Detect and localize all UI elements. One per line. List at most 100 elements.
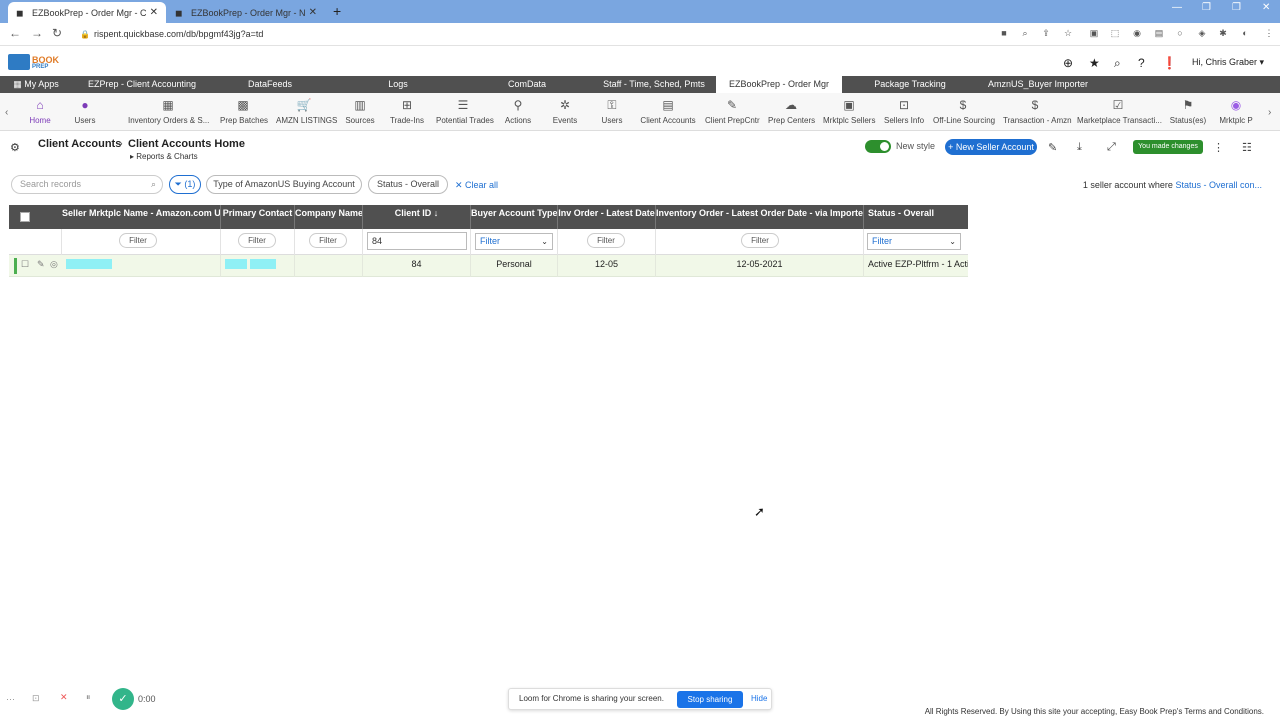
filter-button[interactable]: ⏷ (1): [169, 175, 201, 194]
extension-icon[interactable]: ▣: [1088, 27, 1100, 39]
more-options-icon[interactable]: ⋮: [1213, 141, 1224, 154]
scroll-right-icon[interactable]: ›: [1268, 107, 1271, 118]
stop-sharing-button[interactable]: Stop sharing: [677, 691, 743, 708]
toolbar-inventory-orders[interactable]: ▦ Inventory Orders & S...: [128, 97, 209, 131]
edit-row-icon[interactable]: ✎: [37, 259, 45, 270]
restore-icon[interactable]: ❐: [1202, 2, 1211, 13]
zoom-icon[interactable]: ⌕: [1019, 27, 1031, 39]
app-tab-package-tracking[interactable]: Package Tracking: [868, 76, 952, 93]
app-tab-datafeeds[interactable]: DataFeeds: [240, 76, 300, 93]
loom-more-icon[interactable]: ⋯: [6, 694, 15, 705]
summary-filter-link[interactable]: Status - Overall con...: [1175, 180, 1262, 190]
toolbar-trade-ins[interactable]: ⊞ Trade-Ins: [390, 97, 424, 131]
toolbar-prep-centers[interactable]: ☁ Prep Centers: [768, 97, 815, 131]
toolbar-events[interactable]: ✲ Events: [551, 97, 579, 131]
reload-icon[interactable]: ↻: [52, 26, 62, 40]
toolbar-statuses[interactable]: ⚑ Status(es): [1168, 97, 1208, 131]
column-header[interactable]: Inv Order - Latest Date: [558, 205, 656, 229]
extension-icon[interactable]: ◉: [1131, 27, 1143, 39]
table-row[interactable]: ☐ ✎ ◎ 84 Personal 12-05 12-05-2021 Activ…: [9, 255, 968, 277]
toolbar-actions[interactable]: ⚲ Actions: [504, 97, 532, 131]
app-tab-comdata[interactable]: ComData: [500, 76, 554, 93]
help-icon[interactable]: ?: [1138, 56, 1145, 70]
client-id-filter-input[interactable]: 84: [367, 232, 467, 250]
extension-icon[interactable]: ◈: [1196, 27, 1208, 39]
expand-icon[interactable]: ⤢: [1107, 141, 1116, 154]
row-checkbox[interactable]: ☐: [21, 259, 29, 270]
camera-icon[interactable]: ■: [998, 27, 1010, 39]
buyer-type-filter-select[interactable]: Filter ⌄: [475, 233, 553, 250]
toolbar-users-2[interactable]: ⚿ Users: [598, 97, 626, 131]
toolbar-amzn-listings[interactable]: 🛒 AMZN LISTINGS: [276, 97, 337, 131]
column-header[interactable]: Buyer Account Type: [471, 205, 558, 229]
browser-tab[interactable]: ◼ EZBookPrep - Order Mgr - Name ✕: [167, 2, 325, 23]
toolbar-mrktplc-sellers[interactable]: ▣ Mrktplc Sellers: [823, 97, 875, 131]
settings-gear-icon[interactable]: ⚙: [10, 141, 20, 154]
forward-icon[interactable]: →: [31, 26, 43, 40]
back-icon[interactable]: ←: [9, 26, 21, 40]
loom-done-icon[interactable]: ✓: [112, 688, 134, 710]
filter-pill-buying-account[interactable]: Type of AmazonUS Buying Account: [206, 175, 362, 194]
app-tab-order-mgr[interactable]: EZBookPrep - Order Mgr: [716, 76, 842, 93]
app-tab-client-accounting[interactable]: EZPrep - Client Accounting: [80, 76, 204, 93]
address-bar[interactable]: 🔒 rispent.quickbase.com/db/bpgmf43jg?a=t…: [74, 26, 1084, 43]
extension-icon[interactable]: ▤: [1153, 27, 1165, 39]
puzzle-icon[interactable]: ✱: [1217, 27, 1229, 39]
user-menu[interactable]: Hi, Chris Graber ▾: [1192, 57, 1264, 68]
column-header[interactable]: Status - Overall: [864, 205, 968, 229]
column-header[interactable]: Inventory Order - Latest Order Date - vi…: [656, 205, 864, 229]
favorites-star-icon[interactable]: ★: [1089, 56, 1100, 70]
toolbar-offline-sourcing[interactable]: $ Off-Line Sourcing: [933, 97, 995, 131]
download-icon[interactable]: ⤓: [1077, 141, 1082, 154]
column-filter-button[interactable]: Filter: [238, 233, 276, 248]
toolbar-users[interactable]: ● Users: [72, 97, 98, 131]
filter-pill-status[interactable]: Status - Overall: [368, 175, 448, 194]
column-header[interactable]: Primary Contact: [221, 205, 295, 229]
column-header-sorted[interactable]: Client ID ↓: [363, 205, 471, 229]
menu-icon[interactable]: ⋮: [1263, 27, 1275, 39]
restore-icon[interactable]: ❐: [1232, 2, 1241, 13]
app-tab-logs[interactable]: Logs: [380, 76, 416, 93]
toolbar-client-accounts[interactable]: ▤ Client Accounts: [640, 97, 696, 133]
breadcrumb-parent[interactable]: Client Accounts: [38, 138, 121, 150]
view-row-icon[interactable]: ◎: [50, 259, 58, 270]
scroll-left-icon[interactable]: ‹: [5, 107, 8, 118]
toolbar-sellers-info[interactable]: ⊡ Sellers Info: [884, 97, 924, 131]
loom-camera-icon[interactable]: ⊡: [32, 693, 40, 704]
column-filter-button[interactable]: Filter: [119, 233, 157, 248]
edit-icon[interactable]: ✎: [1048, 141, 1057, 154]
column-header[interactable]: Company Name: [295, 205, 363, 229]
search-records-input[interactable]: Search records ⌕: [11, 175, 163, 194]
extension-icon[interactable]: ○: [1174, 27, 1186, 39]
browser-tab-active[interactable]: ◼ EZBookPrep - Order Mgr - Client ✕: [8, 2, 166, 23]
toolbar-sources[interactable]: ▥ Sources: [344, 97, 376, 131]
my-apps-link[interactable]: ▦ My Apps: [8, 76, 64, 93]
hide-button[interactable]: Hide: [751, 694, 767, 703]
app-tab-buyer-importer[interactable]: AmznUS_Buyer Importer: [982, 76, 1094, 93]
column-filter-button[interactable]: Filter: [309, 233, 347, 248]
add-icon[interactable]: ⊕: [1063, 56, 1073, 70]
share-icon[interactable]: ⇪: [1040, 27, 1052, 39]
book-prep-logo[interactable]: BOOK PREP: [8, 54, 60, 72]
alert-icon[interactable]: ❗: [1162, 56, 1177, 70]
search-icon[interactable]: ⌕: [1114, 56, 1121, 71]
app-tab-staff[interactable]: Staff - Time, Sched, Pmts: [597, 76, 711, 93]
select-all-checkbox[interactable]: [20, 212, 30, 222]
bookmark-star-icon[interactable]: ☆: [1062, 27, 1074, 39]
toolbar-marketplace-transactions[interactable]: ☑ Marketplace Transacti...: [1077, 97, 1162, 131]
toolbar-client-prepcntr[interactable]: ✎ Client PrepCntr: [705, 97, 760, 131]
status-filter-select[interactable]: Filter ⌄: [867, 233, 961, 250]
minimize-icon[interactable]: —: [1172, 2, 1182, 13]
loom-pause-icon[interactable]: ⏸: [86, 692, 91, 703]
toolbar-prep-batches[interactable]: ▩ Prep Batches: [220, 97, 268, 131]
new-style-toggle[interactable]: [865, 140, 891, 153]
column-header[interactable]: Seller Mrktplc Name - Amazon.com US: [62, 205, 221, 229]
toolbar-home[interactable]: ⌂ Home: [28, 97, 52, 131]
toolbar-transaction-amzn[interactable]: $ Transaction - Amzn: [1003, 97, 1072, 131]
toolbar-mrktplc-p[interactable]: ◉ Mrktplc P: [1215, 97, 1257, 131]
loom-delete-icon[interactable]: ✕: [60, 692, 68, 703]
column-filter-button[interactable]: Filter: [587, 233, 625, 248]
close-tab-icon[interactable]: ✕: [150, 7, 158, 18]
table-settings-icon[interactable]: ☷: [1242, 141, 1252, 154]
profile-icon[interactable]: ◐: [1239, 27, 1251, 39]
